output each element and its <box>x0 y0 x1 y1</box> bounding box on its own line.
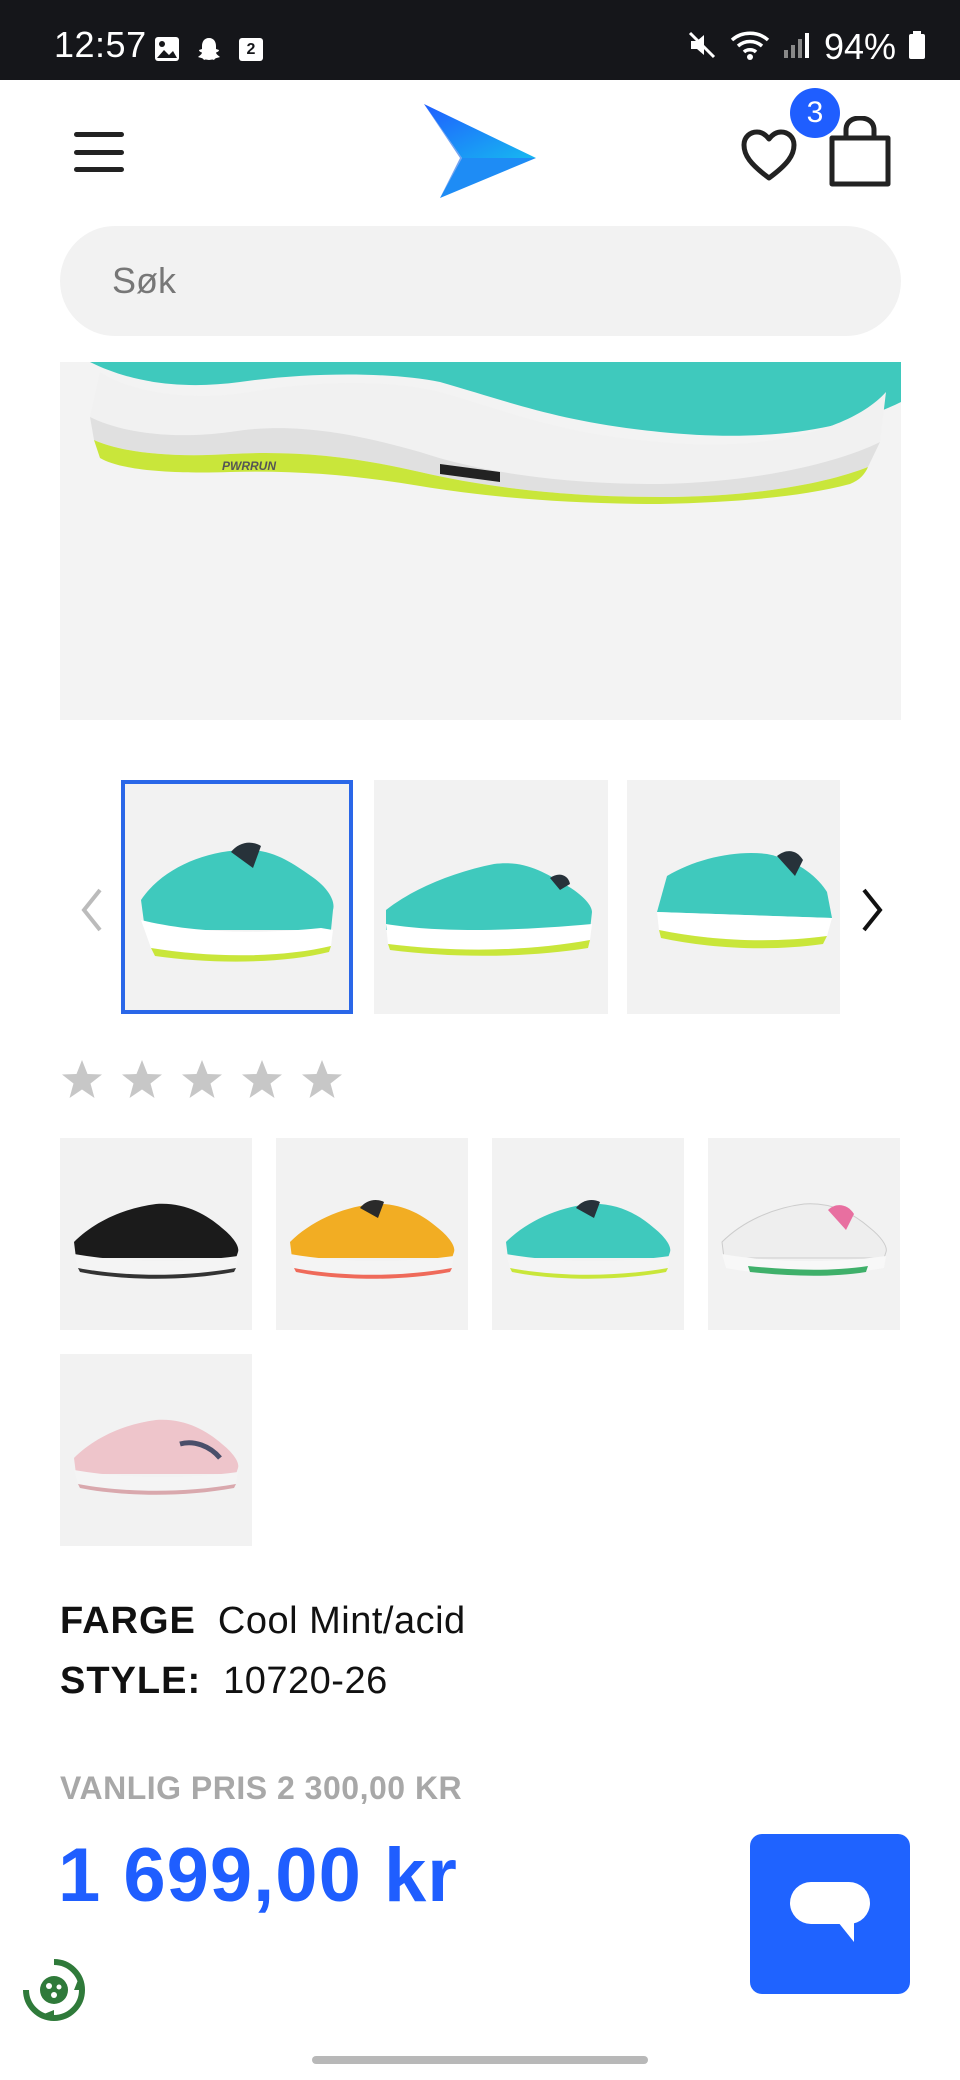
star-icon <box>182 1060 222 1098</box>
calendar-day: 2 <box>246 41 256 58</box>
site-header: 3 <box>0 80 960 220</box>
shopping-bag-icon[interactable] <box>826 116 894 188</box>
svg-text:PWRRUN: PWRRUN <box>222 459 276 473</box>
rating-stars[interactable] <box>60 1058 344 1102</box>
hamburger-menu-icon[interactable] <box>74 132 124 172</box>
sale-price: 1 699,00 kr <box>58 1833 458 1918</box>
star-icon <box>122 1060 162 1098</box>
wifi-icon <box>730 29 770 66</box>
wishlist-heart-icon[interactable] <box>740 128 798 182</box>
regular-price: VANLIG PRIS 2 300,00 KR <box>60 1770 463 1806</box>
gallery-icon <box>152 34 182 64</box>
carousel-prev-icon[interactable] <box>72 880 112 940</box>
color-swatch-pink[interactable] <box>60 1354 252 1546</box>
signal-icon <box>782 30 812 65</box>
color-value: Cool Mint/acid <box>217 1600 466 1642</box>
status-time: 12:57 <box>54 24 147 65</box>
brand-logo[interactable] <box>420 102 540 198</box>
color-label: FARGE <box>60 1600 196 1642</box>
color-swatch-black[interactable] <box>60 1138 252 1330</box>
home-indicator[interactable] <box>312 2056 648 2064</box>
star-icon <box>242 1060 282 1098</box>
color-swatch-mint[interactable] <box>492 1138 684 1330</box>
calendar-icon: 2 <box>236 34 266 64</box>
chat-button[interactable] <box>750 1834 910 1994</box>
style-label: STYLE: <box>60 1660 202 1702</box>
battery-percentage: 94% <box>823 26 896 67</box>
color-swatch-yellow[interactable] <box>276 1138 468 1330</box>
thumbnail-1[interactable] <box>121 780 353 1014</box>
style-attribute: STYLE: 10720-26 <box>60 1660 388 1703</box>
style-value: 10720-26 <box>223 1660 388 1702</box>
star-icon <box>62 1060 102 1098</box>
search-input[interactable] <box>60 226 901 336</box>
snapchat-icon <box>194 34 224 64</box>
recycle-badge-icon[interactable] <box>18 1954 90 2026</box>
battery-icon <box>908 30 926 65</box>
color-attribute: FARGE Cool Mint/acid <box>60 1600 466 1643</box>
chat-bubble-icon <box>790 1882 870 1942</box>
mute-icon <box>686 29 718 66</box>
product-main-image[interactable]: PWRRUN <box>60 362 901 720</box>
thumbnail-2[interactable] <box>374 780 608 1014</box>
notification-icons: 2 <box>152 34 266 64</box>
system-icons: 94% <box>686 26 926 68</box>
status-bar: 12:57 2 94% <box>0 0 960 80</box>
star-icon <box>302 1060 342 1098</box>
color-swatch-white[interactable] <box>708 1138 900 1330</box>
carousel-next-icon[interactable] <box>852 880 892 940</box>
thumbnail-3[interactable] <box>627 780 840 1014</box>
